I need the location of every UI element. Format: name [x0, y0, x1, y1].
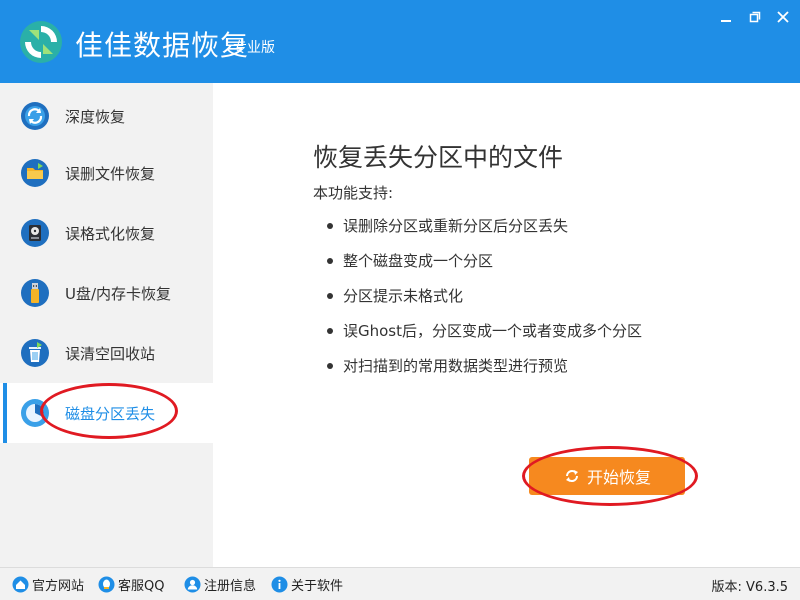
footer-link-label: 客服QQ: [118, 579, 165, 594]
start-recovery-button[interactable]: 开始恢复: [529, 457, 685, 495]
sidebar: 深度恢复 误删文件恢复 误格式化恢复 U盘/内存卡恢复 误清空回收站 磁盘分区丢…: [0, 83, 213, 567]
start-button-label: 开始恢复: [586, 468, 651, 487]
maximize-button[interactable]: [743, 6, 767, 28]
partition-icon: [21, 399, 49, 427]
version-label: 版本: V6.3.5: [711, 580, 788, 595]
sidebar-item-label: 误删文件恢复: [65, 164, 156, 183]
refresh-icon: [565, 470, 578, 482]
main-panel: 恢复丢失分区中的文件 本功能支持: 误删除分区或重新分区后分区丢失 整个磁盘变成…: [213, 83, 800, 567]
sidebar-item-usb-recovery[interactable]: U盘/内存卡恢复: [0, 263, 213, 323]
list-item: 误删除分区或重新分区后分区丢失: [325, 214, 642, 249]
feature-list: 误删除分区或重新分区后分区丢失 整个磁盘变成一个分区 分区提示未格式化 误Gho…: [325, 214, 642, 389]
restore-icon: [749, 11, 761, 23]
recycle-bin-icon: [21, 339, 49, 367]
usb-drive-icon: [21, 279, 49, 307]
app-logo-icon: [20, 21, 62, 63]
folder-icon: [21, 159, 49, 187]
sidebar-item-format-recovery[interactable]: 误格式化恢复: [0, 203, 213, 263]
footer-link-label: 官方网站: [32, 579, 85, 594]
minimize-icon: [721, 20, 731, 22]
close-icon: [777, 11, 789, 23]
sidebar-item-partition-lost[interactable]: 磁盘分区丢失: [0, 383, 213, 443]
page-title: 恢复丢失分区中的文件: [313, 143, 564, 172]
sidebar-item-recycle-bin[interactable]: 误清空回收站: [0, 323, 213, 383]
hard-disk-icon: [21, 219, 49, 247]
about-software-link[interactable]: 关于软件: [271, 575, 343, 594]
status-bar: 官方网站 客服QQ 注册信息 关于软件 版本: V6.3.5: [0, 567, 800, 600]
footer-link-label: 注册信息: [204, 579, 257, 594]
app-title: 佳佳数据恢复: [75, 29, 250, 62]
sidebar-item-label: 深度恢复: [65, 107, 126, 126]
list-item: 对扫描到的常用数据类型进行预览: [325, 354, 642, 389]
sidebar-item-deep-recovery[interactable]: 深度恢复: [0, 86, 213, 146]
qq-icon: [98, 576, 115, 593]
home-icon: [12, 576, 29, 593]
app-edition: 专业版: [233, 40, 275, 56]
page-subtitle: 本功能支持:: [313, 184, 394, 202]
registration-info-link[interactable]: 注册信息: [184, 575, 256, 594]
official-website-link[interactable]: 官方网站: [12, 575, 84, 594]
minimize-button[interactable]: [714, 6, 738, 28]
info-icon: [271, 576, 288, 593]
title-bar: 佳佳数据恢复 专业版: [0, 0, 800, 83]
close-button[interactable]: [771, 6, 795, 28]
sidebar-item-label: U盘/内存卡恢复: [65, 284, 172, 303]
list-item: 误Ghost后，分区变成一个或者变成多个分区: [325, 319, 642, 354]
sidebar-item-label: 误格式化恢复: [65, 224, 156, 243]
footer-link-label: 关于软件: [291, 579, 344, 594]
support-qq-link[interactable]: 客服QQ: [98, 575, 164, 594]
list-item: 整个磁盘变成一个分区: [325, 249, 642, 284]
sidebar-item-label: 误清空回收站: [65, 344, 156, 363]
sidebar-item-label: 磁盘分区丢失: [65, 404, 156, 423]
list-item: 分区提示未格式化: [325, 284, 642, 319]
refresh-circle-icon: [21, 102, 49, 130]
user-icon: [184, 576, 201, 593]
sidebar-item-deleted-files[interactable]: 误删文件恢复: [0, 143, 213, 203]
